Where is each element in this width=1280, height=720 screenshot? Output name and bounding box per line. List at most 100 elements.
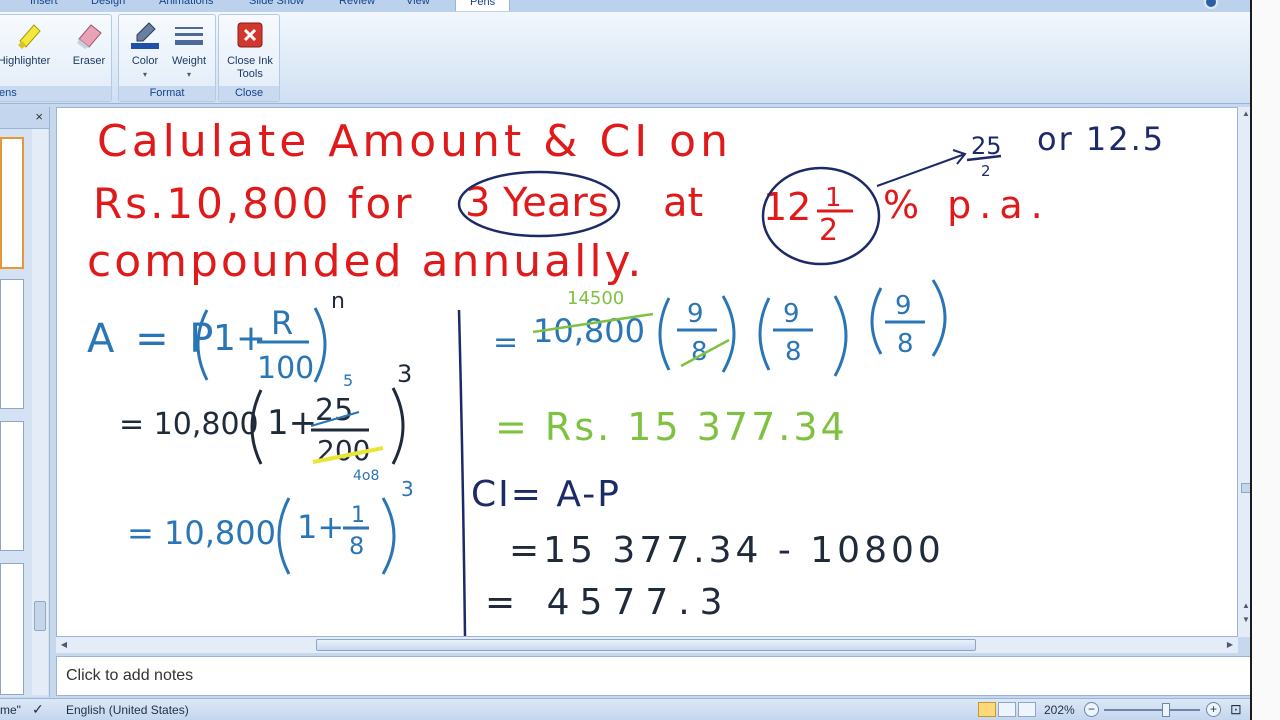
zoom-in-icon[interactable]: + xyxy=(1206,702,1221,717)
slide-show-icon[interactable] xyxy=(1018,702,1036,717)
step1-cancel-num-value: 5 xyxy=(343,371,353,390)
formula-power-n: n xyxy=(331,289,345,314)
color-label: Color xyxy=(131,55,159,67)
divider-line xyxy=(457,309,467,636)
right-frac1-num: 9 xyxy=(687,299,704,329)
close-group-label: Close xyxy=(219,86,279,101)
thumbnail-scroll-thumb[interactable] xyxy=(34,601,46,631)
spelling-check-icon[interactable]: ✓ xyxy=(32,701,44,718)
zoom-level[interactable]: 202% xyxy=(1044,703,1075,717)
close-ink-tools-button[interactable]: Close Ink Tools xyxy=(221,19,279,81)
weight-button[interactable]: Weight ▾ xyxy=(167,19,211,81)
step2-numerator: 1 xyxy=(351,503,365,528)
side-note-rest: or 12.5 xyxy=(1037,120,1165,158)
step2-open-paren xyxy=(277,497,291,575)
ci-result: = 4577.3 xyxy=(485,582,733,623)
tab-slide-show[interactable]: Slide Show xyxy=(249,0,304,11)
formula-close-paren xyxy=(313,307,327,383)
format-group: Color ▾ Weight ▾ Format xyxy=(118,14,216,102)
notes-pane[interactable]: Click to add notes xyxy=(56,656,1252,696)
normal-view-icon[interactable] xyxy=(978,702,996,717)
tab-review[interactable]: Review xyxy=(339,0,375,11)
zoom-slider-thumb[interactable] xyxy=(1162,703,1170,717)
line-weight-icon xyxy=(175,27,203,45)
right-paren-3-open xyxy=(870,287,883,355)
problem-years: 3 Years xyxy=(465,180,609,226)
rate-numerator: 1 xyxy=(825,183,842,213)
problem-line-2: Rs.10,800 for xyxy=(93,179,414,228)
tab-pens[interactable]: Pens xyxy=(455,0,511,11)
slide-thumbnail[interactable] xyxy=(0,563,24,695)
format-group-label: Format xyxy=(119,86,215,101)
right-result: = Rs. 15 377.34 xyxy=(495,405,848,449)
step1-power: 3 xyxy=(397,360,412,388)
thumbnail-pane-header: × xyxy=(0,107,49,129)
slide-thumbnail[interactable] xyxy=(0,279,24,409)
step1-cancel-den-value: 4o8 xyxy=(353,468,379,484)
right-cancel-value: 14500 xyxy=(567,288,624,309)
right-equals: = xyxy=(493,325,518,360)
color-dropdown-icon[interactable]: ▾ xyxy=(123,68,167,81)
zoom-out-icon[interactable]: − xyxy=(1084,702,1099,717)
highlighter-icon xyxy=(18,24,41,49)
problem-line-3: compounded annually. xyxy=(87,236,644,287)
slide-canvas[interactable]: Calulate Amount & CI on Rs.10,800 for 3 … xyxy=(56,107,1238,637)
scroll-right-icon[interactable]: ▶ xyxy=(1222,638,1238,652)
theme-name: me" xyxy=(0,703,21,717)
tab-view[interactable]: View xyxy=(406,0,430,11)
weight-dropdown-icon[interactable]: ▾ xyxy=(167,68,211,81)
slide-thumbnail-pane: × xyxy=(0,107,50,697)
weight-label: Weight xyxy=(171,55,207,67)
ci-step: =15 377.34 - 10800 xyxy=(509,530,945,571)
thumbnail-scrollbar[interactable] xyxy=(32,129,48,695)
horizontal-scroll-thumb[interactable] xyxy=(316,639,976,651)
right-frac3-num: 9 xyxy=(895,291,912,321)
pane-close-icon[interactable]: × xyxy=(35,109,43,124)
right-paren-1-open xyxy=(658,297,671,371)
close-ink-label-2: Tools xyxy=(237,68,263,80)
slide-thumbnail[interactable] xyxy=(0,421,24,551)
notes-placeholder[interactable]: Click to add notes xyxy=(66,667,193,685)
eraser-button[interactable]: Eraser xyxy=(67,19,111,68)
scroll-left-icon[interactable]: ◀ xyxy=(56,638,72,652)
status-bar: me" ✓ English (United States) 202% − + ⊡ xyxy=(0,698,1252,720)
pen-color-icon xyxy=(131,22,159,49)
color-button[interactable]: Color ▾ xyxy=(123,19,167,81)
side-note-arrow xyxy=(876,153,966,187)
ribbon-tab-bar: Insert Design Animations Slide Show Revi… xyxy=(0,0,1252,12)
right-paren-2-open xyxy=(758,297,771,371)
step2-close-paren xyxy=(381,497,396,575)
step2-power: 3 xyxy=(401,477,414,501)
language-indicator[interactable]: English (United States) xyxy=(66,703,189,717)
close-ink-label-1: Close Ink xyxy=(227,55,273,67)
formula-100: 100 xyxy=(257,351,314,386)
problem-at: at xyxy=(663,180,703,226)
slide-horizontal-scrollbar[interactable]: ◀ ▶ xyxy=(56,637,1238,653)
tab-insert[interactable]: Insert xyxy=(30,0,58,11)
eraser-label: Eraser xyxy=(72,55,106,67)
ci-definition: CI= A-P xyxy=(471,474,621,515)
step1-lhs: = 10,800 xyxy=(119,407,259,442)
close-group: Close Ink Tools Close xyxy=(218,14,280,102)
problem-line-1: Calulate Amount & CI on xyxy=(97,116,732,167)
ribbon: Highlighter Eraser ens Color ▾ Weight ▾ … xyxy=(0,12,1252,104)
tab-design[interactable]: Design xyxy=(91,0,125,11)
formula-R: R xyxy=(271,304,293,342)
highlighter-button[interactable]: Highlighter xyxy=(0,19,59,68)
slide-sorter-icon[interactable] xyxy=(998,702,1016,717)
tab-animations[interactable]: Animations xyxy=(159,0,213,11)
right-paren-3-close xyxy=(931,279,947,357)
step2-denominator: 8 xyxy=(349,532,364,560)
highlighter-label: Highlighter xyxy=(0,55,51,67)
desktop-strip xyxy=(1252,0,1280,720)
close-icon xyxy=(237,22,263,48)
fit-to-window-icon[interactable]: ⊡ xyxy=(1230,701,1242,718)
step2-lhs: = 10,800 xyxy=(127,514,276,552)
slide-thumbnail[interactable] xyxy=(0,137,24,269)
step1-close-paren xyxy=(391,387,405,465)
zoom-slider-track[interactable] xyxy=(1104,709,1200,711)
pens-group: Highlighter Eraser ens xyxy=(0,14,112,102)
help-icon[interactable] xyxy=(1204,0,1218,9)
right-paren-2-close xyxy=(833,295,848,377)
right-paren-1-close xyxy=(721,295,736,373)
